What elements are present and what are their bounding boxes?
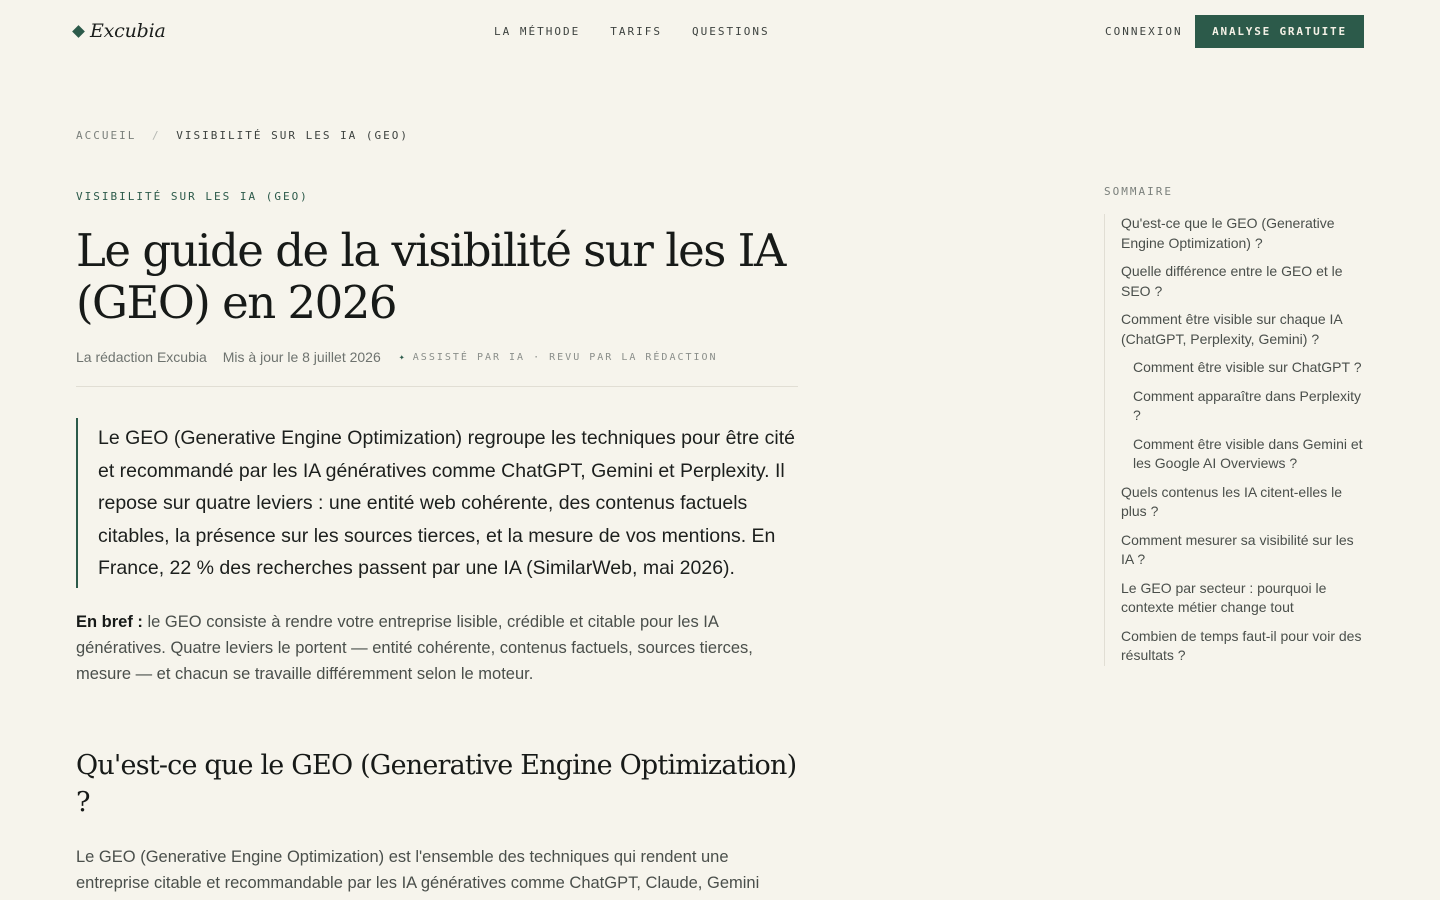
logo-text: Excubia <box>90 20 166 42</box>
section-heading: Qu'est-ce que le GEO (Generative Engine … <box>76 749 797 818</box>
toc-item[interactable]: Quels contenus les IA citent-elles le pl… <box>1121 483 1366 522</box>
main-nav: LA MÉTHODE TARIFS QUESTIONS <box>494 25 770 38</box>
logo[interactable]: Excubia <box>72 20 166 42</box>
diamond-icon <box>72 24 85 38</box>
breadcrumb-home[interactable]: ACCUEIL <box>76 129 136 142</box>
breadcrumb: ACCUEIL / VISIBILITÉ SUR LES IA (GEO) <box>76 129 409 142</box>
toc-item[interactable]: Comment être visible sur chaque IA (Chat… <box>1121 310 1366 349</box>
toc-item[interactable]: Qu'est-ce que le GEO (Generative Engine … <box>1121 214 1366 253</box>
page-title: Le guide de la visibilité sur les IA (GE… <box>76 224 786 329</box>
sparkle-icon: ✦ <box>398 351 407 363</box>
breadcrumb-current: VISIBILITÉ SUR LES IA (GEO) <box>176 129 410 142</box>
toc-item[interactable]: Le GEO par secteur : pourquoi le context… <box>1121 579 1366 618</box>
summary-text: le GEO consiste à rendre votre entrepris… <box>76 612 753 683</box>
article-date: Mis à jour le 8 juillet 2026 <box>222 349 381 365</box>
site-header: Excubia LA MÉTHODE TARIFS QUESTIONS CONN… <box>0 0 1440 64</box>
ai-assisted-label: ASSISTÉ PAR IA · REVU PAR LA RÉDACTION <box>412 351 718 363</box>
toc-subitem[interactable]: Comment être visible dans Gemini et les … <box>1121 435 1366 474</box>
toc-item[interactable]: Quelle différence entre le GEO et le SEO… <box>1121 262 1366 301</box>
section-paragraph: Le GEO (Generative Engine Optimization) … <box>76 847 760 892</box>
article: VISIBILITÉ SUR LES IA (GEO) Le guide de … <box>76 190 798 896</box>
toc-item[interactable]: Combien de temps faut-il pour voir des r… <box>1121 627 1366 666</box>
summary-label: En bref : <box>76 612 143 631</box>
free-analysis-button[interactable]: ANALYSE GRATUITE <box>1195 15 1364 48</box>
nav-item-tarifs[interactable]: TARIFS <box>610 25 662 38</box>
article-author: La rédaction Excubia <box>76 349 207 365</box>
nav-item-questions[interactable]: QUESTIONS <box>692 25 770 38</box>
toc-item[interactable]: Comment mesurer sa visibilité sur les IA… <box>1121 531 1366 570</box>
toc-list: Qu'est-ce que le GEO (Generative Engine … <box>1104 214 1366 666</box>
login-link[interactable]: CONNEXION <box>1105 25 1183 38</box>
breadcrumb-separator: / <box>151 129 161 142</box>
article-summary: En bref : le GEO consiste à rendre votre… <box>76 609 798 687</box>
article-category: VISIBILITÉ SUR LES IA (GEO) <box>76 190 309 203</box>
toc-subitem[interactable]: Comment apparaître dans Perplexity ? <box>1121 387 1366 426</box>
article-lead: Le GEO (Generative Engine Optimization) … <box>76 418 798 588</box>
ai-assisted-badge: ✦ ASSISTÉ PAR IA · REVU PAR LA RÉDACTION <box>399 352 718 363</box>
table-of-contents: SOMMAIRE Qu'est-ce que le GEO (Generativ… <box>1104 185 1366 675</box>
toc-subitem[interactable]: Comment être visible sur ChatGPT ? <box>1121 358 1366 378</box>
toc-title: SOMMAIRE <box>1104 185 1173 198</box>
nav-item-methode[interactable]: LA MÉTHODE <box>494 25 580 38</box>
article-meta: La rédaction Excubia Mis à jour le 8 jui… <box>76 349 798 387</box>
